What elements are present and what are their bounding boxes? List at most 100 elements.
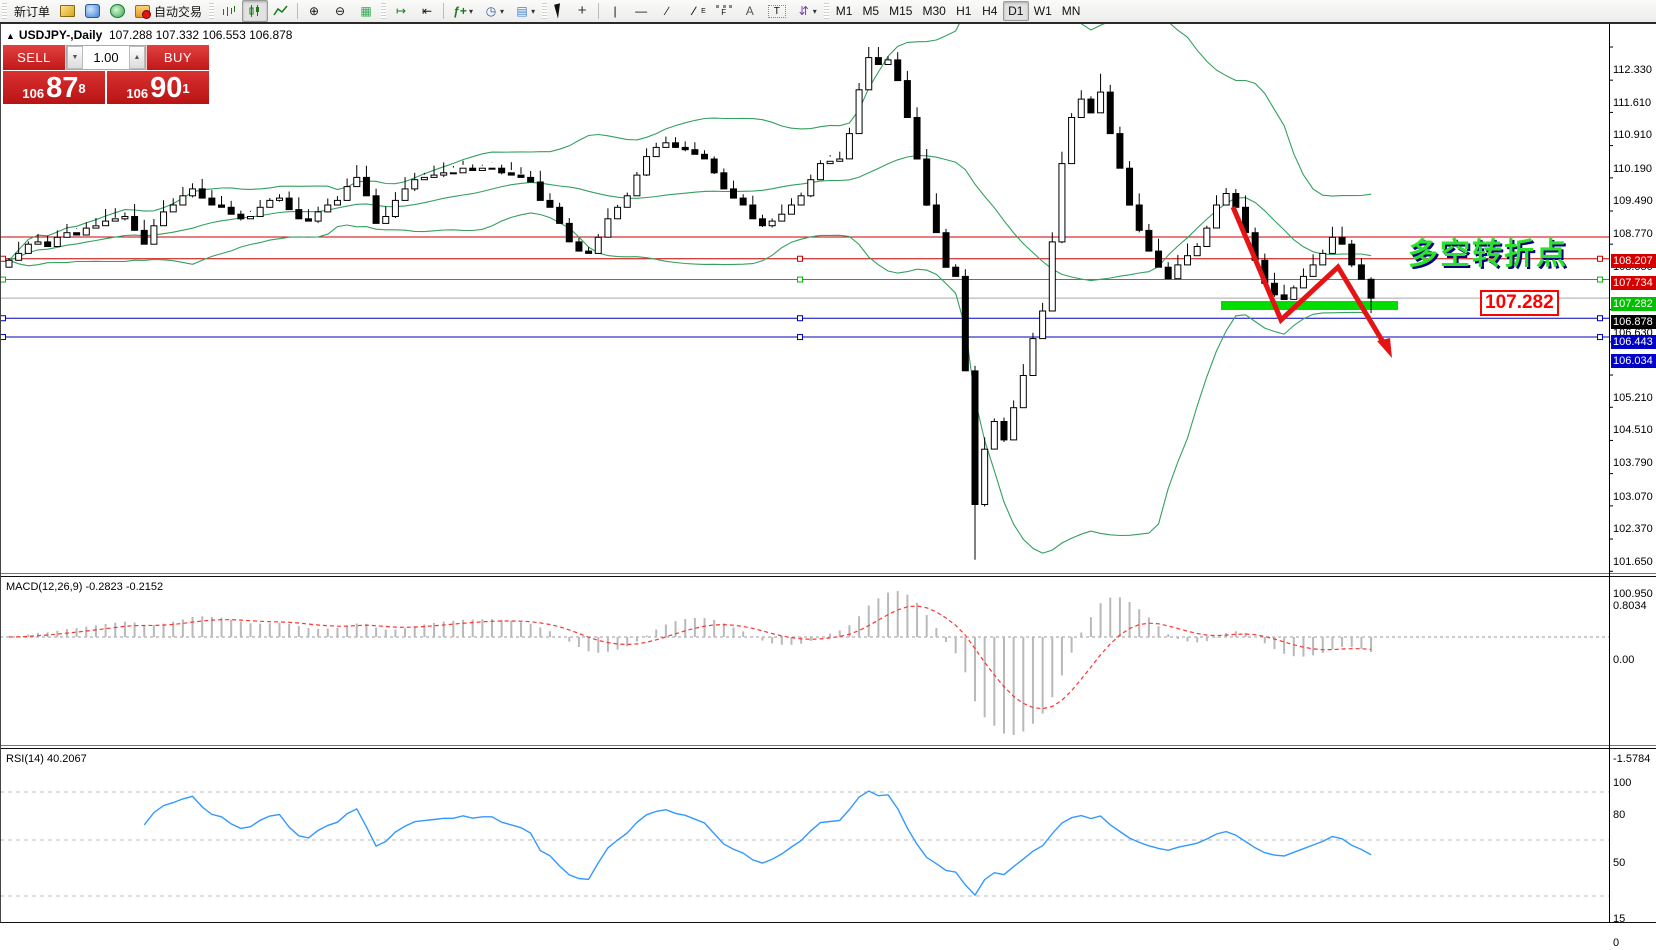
ohlc-readout: 107.288 107.332 106.553 106.878 — [109, 28, 293, 42]
hline-handle — [1, 256, 6, 261]
periods-button[interactable]: ◷▾ — [478, 0, 509, 22]
tile-windows-icon[interactable]: ▦ — [353, 0, 379, 22]
sell-button[interactable]: SELL — [3, 45, 66, 70]
price-axis-label: 112.330 — [1613, 64, 1656, 77]
timeframe-mn[interactable]: MN — [1057, 1, 1086, 21]
price-tag-107.282: 107.282 — [1611, 297, 1656, 311]
turning-point-annotation: 多空转折点 — [1408, 229, 1568, 273]
bollinger-upper — [9, 24, 1371, 260]
rsi-pane-label: RSI(14) 40.2067 — [6, 753, 87, 765]
price-axis-label: 108.770 — [1613, 228, 1656, 241]
sell-price[interactable]: 106878 — [3, 71, 105, 104]
macd-signal-line — [9, 606, 1371, 709]
buy-button[interactable]: BUY — [146, 45, 209, 70]
price-tag-108.207: 108.207 — [1611, 254, 1656, 268]
market-watch-icon[interactable] — [55, 0, 80, 22]
zoom-in-icon[interactable]: ⊕ — [301, 0, 327, 22]
candlestick-chart-icon[interactable] — [242, 0, 268, 22]
timeframe-w1[interactable]: W1 — [1029, 1, 1057, 21]
rsi-axis-label: 15 — [1613, 913, 1656, 926]
hline-handle — [1598, 256, 1603, 261]
price-tag-106.878: 106.878 — [1611, 315, 1656, 329]
timeframe-h4[interactable]: H4 — [977, 1, 1003, 21]
buy-price[interactable]: 106901 — [107, 71, 209, 104]
auto-trading-icon — [135, 5, 150, 18]
macd-axis-label: -1.5784 — [1613, 753, 1656, 766]
hline-handle — [1598, 277, 1603, 282]
rsi-axis-label: 50 — [1613, 857, 1656, 870]
trend-arrow-head — [1377, 338, 1392, 358]
vertical-line-tool-icon[interactable]: | — [602, 0, 628, 22]
price-axis-label: 102.370 — [1613, 523, 1656, 536]
timeframe-h1[interactable]: H1 — [951, 1, 977, 21]
bollinger-middle — [9, 156, 1371, 281]
hline-handle — [1, 335, 6, 340]
rsi-axis-label: 0 — [1613, 937, 1656, 950]
text-label-tool-icon[interactable]: T — [763, 0, 791, 22]
rsi-axis-label: 80 — [1613, 809, 1656, 822]
new-order-button[interactable]: 新订单 — [9, 1, 55, 21]
templates-button[interactable]: ▤▾ — [509, 0, 540, 22]
fibonacci-tool-icon[interactable]: F — [711, 0, 737, 22]
channel-tool-icon[interactable]: ∕∕E — [680, 0, 711, 22]
signals-icon[interactable] — [105, 0, 130, 22]
price-axis-label: 110.190 — [1613, 163, 1656, 176]
text-tool-icon[interactable]: A — [737, 0, 763, 22]
auto-trading-button[interactable]: 自动交易 — [130, 1, 207, 21]
price-tag-106.034: 106.034 — [1611, 354, 1656, 368]
price-chart-svg — [0, 24, 1656, 950]
hline-handle — [1598, 316, 1603, 321]
price-axis-label: 103.790 — [1613, 457, 1656, 470]
timeframe-m1[interactable]: M1 — [831, 1, 858, 21]
cursor-tool-icon[interactable] — [549, 0, 569, 22]
chart-canvas[interactable]: ▲USDJPY-,Daily 107.288 107.332 106.553 1… — [0, 24, 1656, 950]
timeframe-m30[interactable]: M30 — [917, 1, 950, 21]
volume-value[interactable]: 1.00 — [83, 46, 129, 69]
timeframe-d1[interactable]: D1 — [1003, 1, 1029, 21]
horizontal-line-tool-icon[interactable]: — — [628, 0, 654, 22]
price-tag-107.734: 107.734 — [1611, 276, 1656, 290]
price-axis-label: 105.210 — [1613, 392, 1656, 405]
bar-chart-icon[interactable] — [216, 0, 242, 22]
price-callout-label[interactable]: 107.282 — [1480, 290, 1559, 316]
macd-axis-label: 0.00 — [1613, 654, 1656, 667]
hline-handle — [1, 277, 6, 282]
timeframe-bar: M1M5M15M30H1H4D1W1MN — [831, 1, 1086, 21]
bollinger-lower — [9, 213, 1371, 553]
trendline-tool-icon[interactable]: ∕ — [654, 0, 680, 22]
price-tag-106.443: 106.443 — [1611, 335, 1656, 349]
hline-handle — [798, 335, 803, 340]
macd-axis-label: 0.8034 — [1613, 600, 1656, 613]
zoom-out-icon[interactable]: ⊖ — [327, 0, 353, 22]
price-axis-label: 101.650 — [1613, 556, 1656, 569]
line-chart-icon[interactable] — [268, 0, 294, 22]
macd-histogram — [9, 591, 1371, 735]
price-axis-label: 110.910 — [1613, 129, 1656, 142]
rsi-axis-label: 100 — [1613, 777, 1656, 790]
macd-pane-label: MACD(12,26,9) -0.2823 -0.2152 — [6, 581, 163, 593]
arrows-tool-icon[interactable]: ⇵▾ — [791, 0, 822, 22]
price-axis-label: 104.510 — [1613, 424, 1656, 437]
volume-increase-button[interactable]: ▲ — [129, 46, 145, 69]
price-axis-label: 111.610 — [1613, 97, 1656, 110]
hline-handle — [798, 316, 803, 321]
crosshair-tool-icon[interactable]: + — [569, 0, 595, 22]
one-click-trading-panel: SELL ▼ 1.00 ▲ BUY 106878 106901 — [3, 45, 209, 104]
timeframe-m5[interactable]: M5 — [857, 1, 884, 21]
main-toolbar: 新订单 自动交易 ⊕ ⊖ ▦ ↦ ⇤ ƒ+▾ ◷▾ ▤▾ + | — ∕ ∕∕E… — [0, 0, 1656, 24]
expand-icon[interactable]: ▲ — [6, 31, 15, 41]
candles — [6, 47, 1374, 560]
toolbar-grip — [2, 3, 7, 19]
chart-symbol-title: ▲USDJPY-,Daily 107.288 107.332 106.553 1… — [6, 28, 292, 42]
timeframe-m15[interactable]: M15 — [884, 1, 917, 21]
hline-handle — [798, 277, 803, 282]
hline-handle — [1598, 335, 1603, 340]
hline-handle — [1, 316, 6, 321]
price-axis-label: 109.490 — [1613, 195, 1656, 208]
chart-shift-icon[interactable]: ⇤ — [414, 0, 440, 22]
volume-decrease-button[interactable]: ▼ — [67, 46, 83, 69]
auto-scroll-icon[interactable]: ↦ — [388, 0, 414, 22]
community-icon[interactable] — [80, 0, 105, 22]
volume-box: ▼ 1.00 ▲ — [66, 45, 146, 70]
indicators-button[interactable]: ƒ+▾ — [447, 0, 478, 22]
